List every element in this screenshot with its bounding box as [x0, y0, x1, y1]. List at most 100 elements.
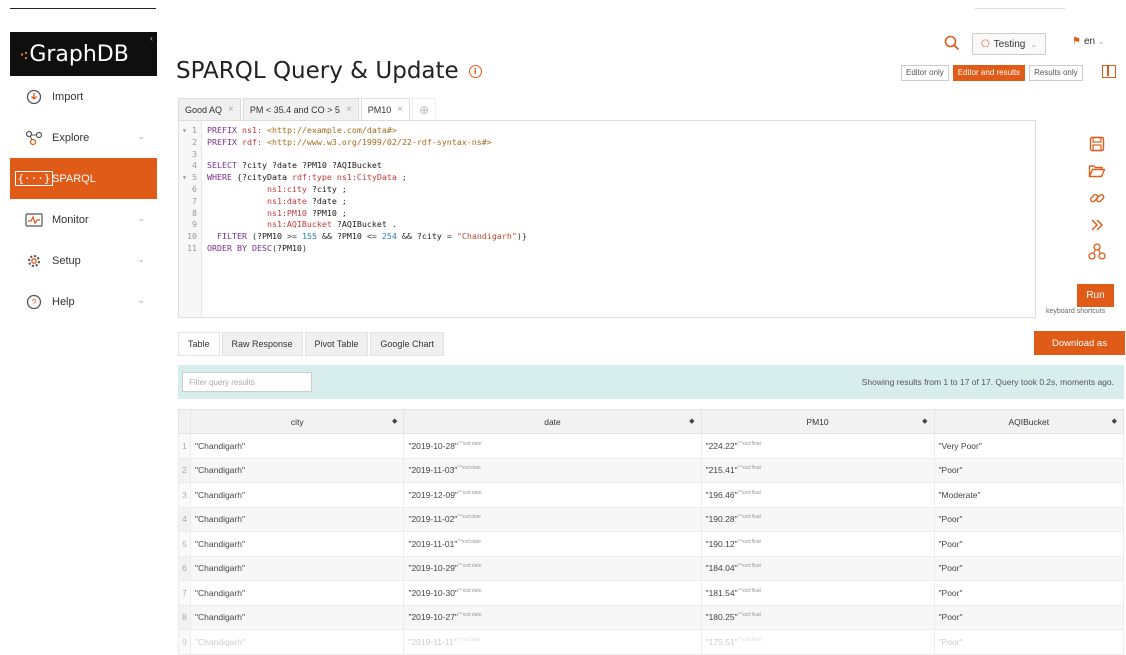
code-text: ORDER BY DESC(?PM10) [207, 242, 307, 253]
sidebar-item-label: Monitor [52, 213, 89, 226]
cell-city[interactable]: "Chandigarh" [189, 506, 405, 532]
close-icon[interactable]: × [346, 104, 352, 115]
cell-date[interactable]: "2019-10-29"^^xsd:date [403, 555, 702, 581]
repository-label: Testing [993, 38, 1026, 50]
cell-value: "2019-10-29" [408, 563, 458, 574]
cell-date[interactable]: "2019-10-28"^^xsd:date [403, 433, 702, 459]
datatype-label: ^^xsd:float [737, 440, 761, 447]
run-button[interactable]: Run [1077, 284, 1114, 307]
cell-aqibucket[interactable]: "Poor" [933, 580, 1125, 606]
row-index: 7 [178, 580, 191, 606]
cell-aqibucket[interactable]: "Poor" [933, 506, 1125, 532]
cell-city[interactable]: "Chandigarh" [189, 580, 405, 606]
result-tab-pivot-table[interactable]: Pivot Table [304, 332, 369, 356]
cell-aqibucket[interactable]: "Poor" [933, 629, 1125, 655]
cell-city[interactable]: "Chandigarh" [189, 629, 405, 655]
view-mode-results-only[interactable]: Results only [1029, 65, 1083, 81]
result-tab-table[interactable]: Table [178, 332, 220, 356]
cell-city[interactable]: "Chandigarh" [189, 433, 405, 459]
results-summary: Showing results from 1 to 17 of 17. Quer… [861, 377, 1114, 387]
cell-date[interactable]: "2019-11-11"^^xsd:date [403, 629, 702, 655]
datatype-label: ^^xsd:date [456, 636, 481, 643]
cell-city[interactable]: "Chandigarh" [189, 531, 405, 557]
graph-visualize-icon[interactable] [1082, 238, 1112, 265]
help-icon: ? [24, 293, 44, 311]
cell-date[interactable]: "2019-10-30"^^xsd:date [403, 580, 702, 606]
sidebar-item-explore[interactable]: Explore ⌄ [10, 117, 157, 158]
cell-pm10[interactable]: "180.25"^^xsd:float [700, 604, 935, 630]
sidebar-item-help[interactable]: ? Help ⌄ [10, 281, 157, 322]
filter-results-input[interactable] [182, 372, 312, 392]
cell-aqibucket[interactable]: "Moderate" [933, 482, 1125, 508]
save-icon[interactable] [1082, 130, 1112, 157]
code-line: 3 [179, 149, 527, 161]
code-text: WHERE {?cityData rdf:type ns1:CityData ; [207, 172, 407, 183]
cell-date[interactable]: "2019-12-09"^^xsd:date [403, 482, 702, 508]
sidebar-item-setup[interactable]: Setup ⌄ [10, 240, 157, 281]
column-header-label: PM10 [806, 416, 829, 427]
cell-date[interactable]: "2019-11-01"^^xsd:date [403, 531, 702, 557]
graphdb-logo[interactable]: ·: GraphDB ‹ [10, 32, 157, 76]
link-icon[interactable] [1082, 184, 1112, 211]
cell-pm10[interactable]: "196.46"^^xsd:float [700, 482, 935, 508]
folder-open-icon[interactable] [1082, 157, 1112, 184]
view-mode-editor-and-results[interactable]: Editor and results [952, 65, 1026, 81]
column-header-city[interactable]: city ◆ [189, 409, 405, 434]
column-header-aqibucket[interactable]: AQIBucket ◆ [933, 409, 1125, 434]
code-text: ns1:PM10 ?PM10 ; [266, 207, 347, 218]
result-tab-raw-response[interactable]: Raw Response [221, 332, 303, 356]
query-tab[interactable]: Good AQ × [178, 98, 241, 120]
query-tab[interactable]: PM10 × [360, 98, 411, 120]
sidebar-item-monitor[interactable]: Monitor ⌄ [10, 199, 157, 240]
cell-city[interactable]: "Chandigarh" [189, 604, 405, 630]
column-header-date[interactable]: date ◆ [403, 409, 702, 434]
query-editor[interactable]: ▾ 1 PREFIX ns1: <http://example.com/data#… [178, 120, 1036, 318]
repository-icon: ⎔ [980, 38, 990, 50]
cell-aqibucket[interactable]: "Poor" [933, 604, 1125, 630]
collapse-sidebar-icon[interactable]: ‹ [150, 33, 153, 43]
result-tab-google-chart[interactable]: Google Chart [370, 332, 444, 356]
sort-icon[interactable]: ◆ [1112, 417, 1117, 425]
repository-selector[interactable]: ⎔ Testing ⌄ [972, 33, 1046, 55]
cell-pm10[interactable]: "224.22"^^xsd:float [700, 433, 935, 459]
cell-pm10[interactable]: "190.28"^^xsd:float [700, 506, 935, 532]
sidebar-item-sparql[interactable]: {···} SPARQL [10, 158, 157, 199]
cell-date[interactable]: "2019-11-02"^^xsd:date [403, 506, 702, 532]
cell-aqibucket[interactable]: "Very Poor" [933, 433, 1125, 459]
cell-pm10[interactable]: "215.41"^^xsd:float [700, 457, 935, 483]
query-tab[interactable]: PM < 35.4 and CO > 5 × [242, 98, 359, 120]
chevron-down-icon: ⌄ [137, 254, 145, 264]
add-tab-icon[interactable]: ⊕ [412, 98, 437, 120]
cell-city[interactable]: "Chandigarh" [189, 482, 405, 508]
close-icon[interactable]: × [228, 104, 234, 115]
column-header-pm10[interactable]: PM10 ◆ [700, 409, 935, 434]
sort-icon[interactable]: ◆ [922, 417, 927, 425]
line-number: 10 [187, 231, 197, 242]
split-view-icon[interactable] [1102, 65, 1116, 78]
cell-pm10[interactable]: "175.51"^^xsd:float [700, 629, 935, 655]
cell-pm10[interactable]: "190.12"^^xsd:float [700, 531, 935, 557]
sidebar-item-import[interactable]: Import [10, 76, 157, 117]
cell-date[interactable]: "2019-10-27"^^xsd:date [403, 604, 702, 630]
sort-icon[interactable]: ◆ [689, 417, 694, 425]
keyboard-shortcuts-link[interactable]: keyboard shortcuts [1046, 308, 1105, 315]
view-mode-editor-only[interactable]: Editor only [901, 65, 949, 81]
language-selector[interactable]: ⚑ en ⌄ [1072, 36, 1105, 47]
sort-icon[interactable]: ◆ [392, 417, 397, 425]
cell-city[interactable]: "Chandigarh" [189, 555, 405, 581]
download-as-button[interactable]: Download as [1034, 331, 1125, 355]
info-icon[interactable]: i [468, 65, 482, 78]
cell-city[interactable]: "Chandigarh" [189, 457, 405, 483]
datatype-label: ^^xsd:float [737, 538, 761, 545]
cell-aqibucket[interactable]: "Poor" [933, 531, 1125, 557]
search-icon[interactable] [944, 35, 960, 56]
close-icon[interactable]: × [397, 104, 403, 115]
cell-pm10[interactable]: "181.54"^^xsd:float [700, 580, 935, 606]
expand-icon[interactable] [1082, 211, 1112, 238]
sidebar-item-label: Explore [52, 131, 90, 144]
cell-aqibucket[interactable]: "Poor" [933, 457, 1125, 483]
code-line: 9 ns1:AQIBucket ?AQIBucket . [179, 219, 527, 231]
cell-date[interactable]: "2019-11-03"^^xsd:date [403, 457, 702, 483]
cell-pm10[interactable]: "184.04"^^xsd:float [700, 555, 935, 581]
cell-aqibucket[interactable]: "Poor" [933, 555, 1125, 581]
